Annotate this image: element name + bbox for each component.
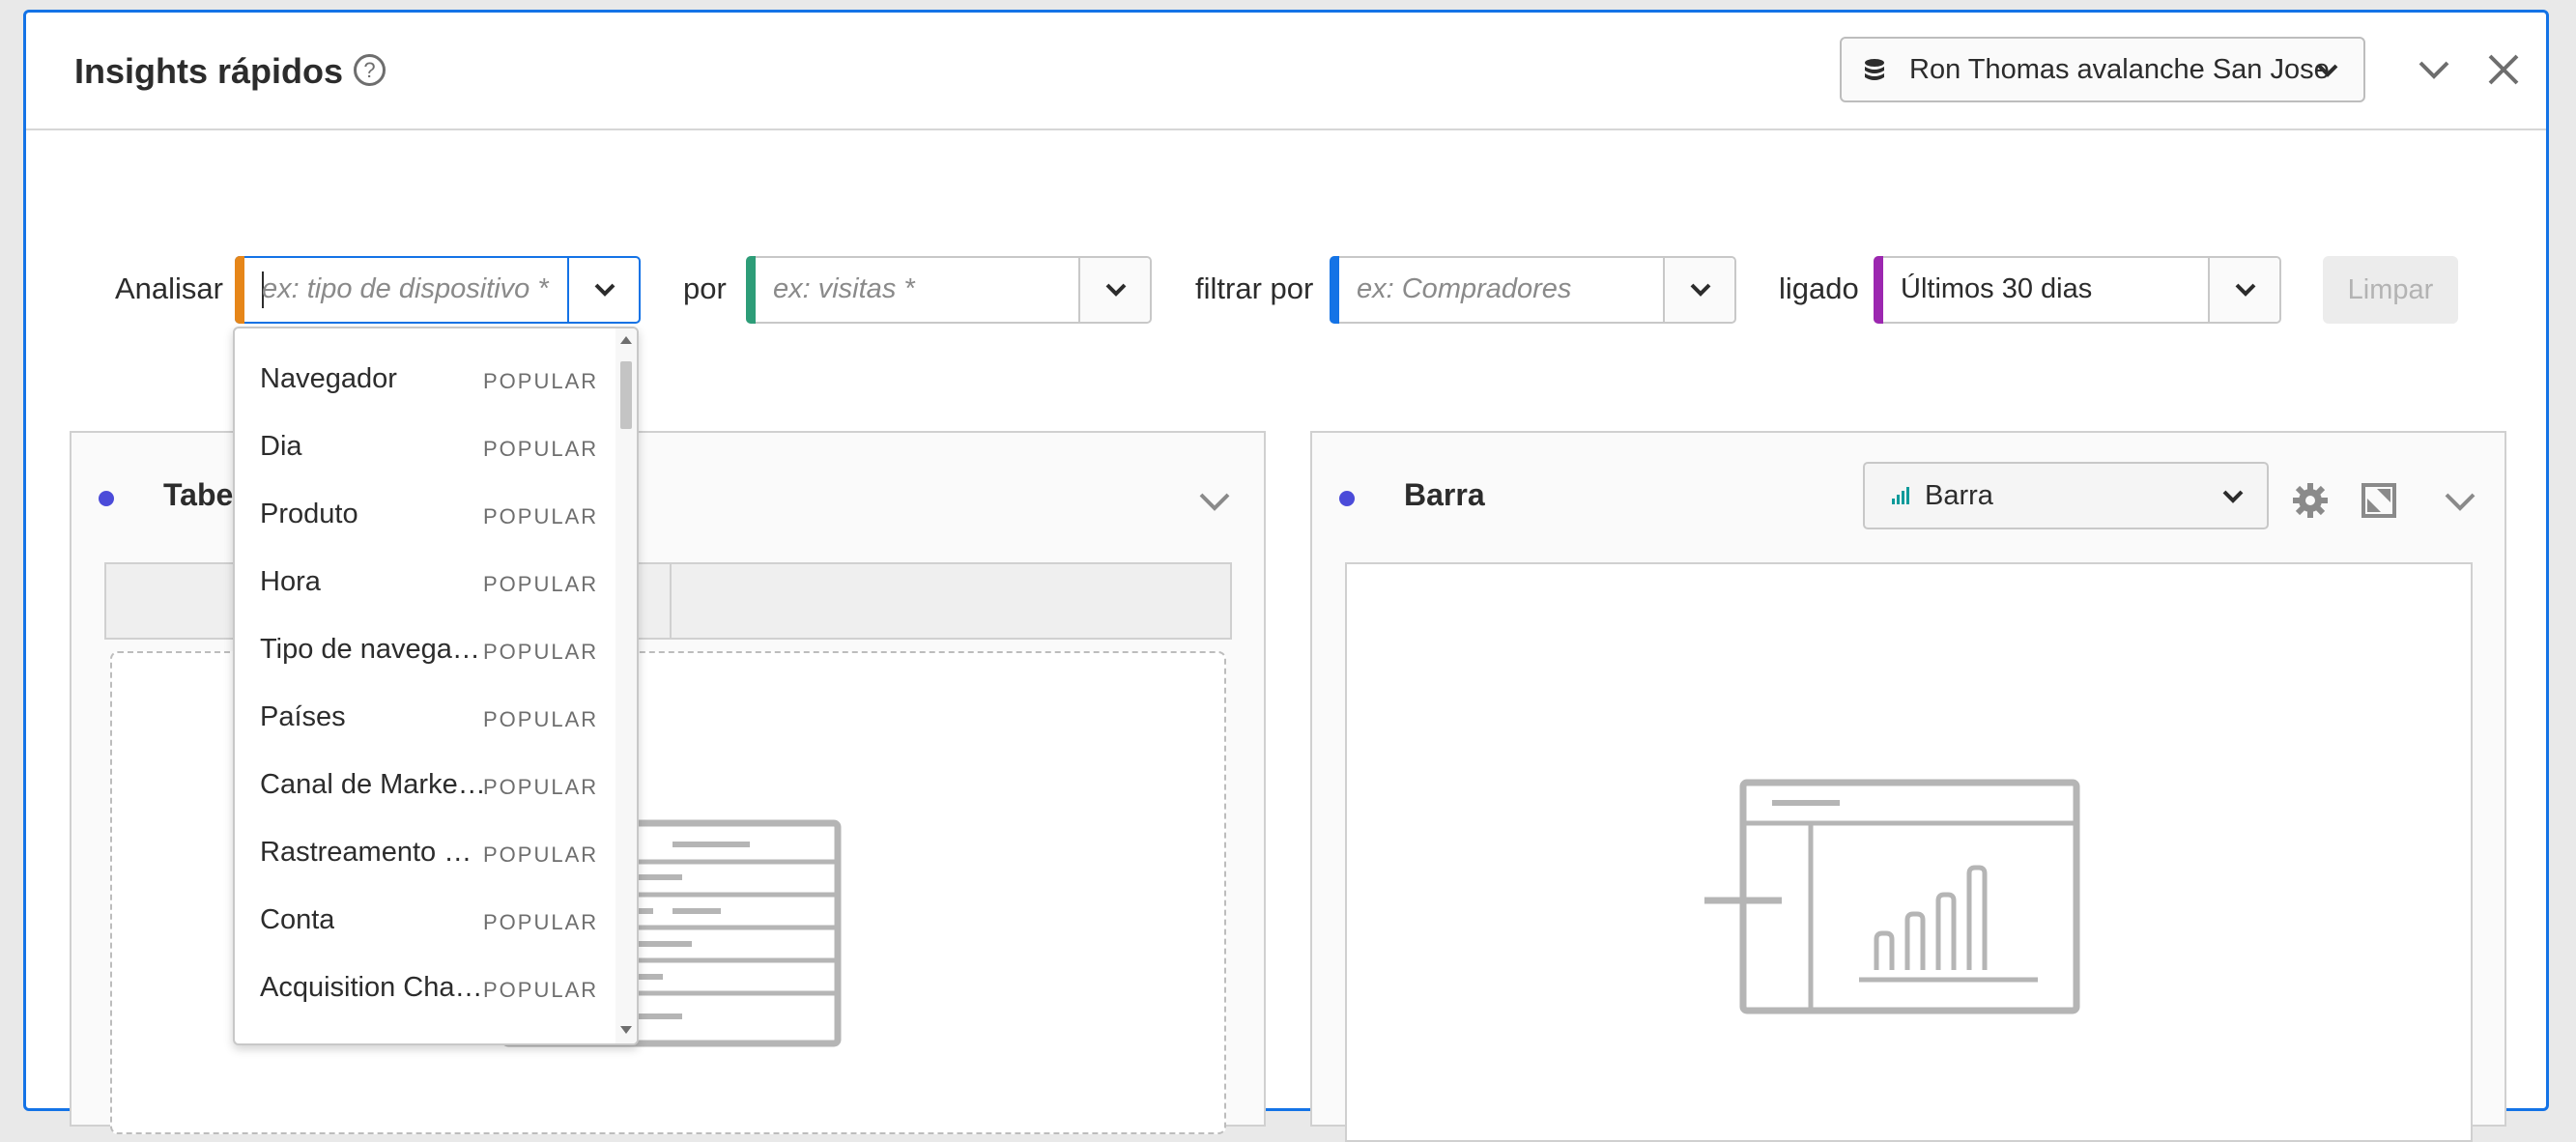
filter-dropdown-button[interactable] bbox=[1663, 258, 1734, 322]
bar-chart-icon bbox=[1892, 487, 1909, 504]
panel-title: Insights rápidos bbox=[74, 51, 344, 91]
collapse-panel-chevron-icon[interactable] bbox=[2413, 48, 2455, 91]
chevron-down-icon bbox=[594, 283, 615, 297]
chevron-down-icon[interactable] bbox=[1197, 489, 1232, 516]
date-stripe bbox=[1874, 256, 1883, 324]
metric-input[interactable]: ex: visitas * bbox=[773, 273, 915, 305]
popular-tag: POPULAR bbox=[483, 707, 599, 731]
popular-tag: POPULAR bbox=[483, 910, 599, 934]
list-item[interactable]: Acquisition Chan... POPULAR bbox=[235, 955, 616, 1022]
scroll-down-arrow-icon[interactable] bbox=[620, 1026, 632, 1034]
list-item-label: Dia bbox=[260, 431, 302, 462]
list-item-label: Países bbox=[260, 701, 346, 732]
clear-button[interactable]: Limpar bbox=[2323, 256, 2458, 324]
list-item-label: Canal de Marketi... bbox=[260, 769, 486, 800]
bar-chart-placeholder-icon bbox=[1704, 779, 2080, 1014]
list-item[interactable]: Países POPULAR bbox=[235, 684, 616, 752]
popular-tag: POPULAR bbox=[483, 978, 599, 1002]
dimension-input[interactable]: ex: tipo de dispositivo * bbox=[262, 273, 549, 305]
chevron-down-icon[interactable] bbox=[2443, 489, 2477, 516]
popular-tag: POPULAR bbox=[483, 572, 599, 596]
by-label: por bbox=[683, 271, 727, 305]
filter-combobox[interactable]: ex: Compradores bbox=[1330, 256, 1736, 324]
chevron-down-icon bbox=[2235, 283, 2256, 297]
popular-tag: POPULAR bbox=[483, 437, 599, 461]
query-builder: Analisar ex: tipo de dispositivo * por e… bbox=[26, 244, 2546, 324]
metric-stripe bbox=[746, 256, 756, 324]
date-range-combobox[interactable]: Últimos 30 dias bbox=[1874, 256, 2281, 324]
bar-card: Barra Barra bbox=[1310, 431, 2506, 1142]
dimension-dropdown-list: Navegador POPULAR Dia POPULAR Produto PO… bbox=[233, 327, 639, 1045]
list-item[interactable]: Canal de Marketi... POPULAR bbox=[235, 752, 616, 819]
on-label: ligado bbox=[1779, 271, 1859, 305]
list-item-label: Navegador bbox=[260, 363, 397, 394]
scrollbar-thumb[interactable] bbox=[620, 361, 632, 429]
date-range-value[interactable]: Últimos 30 dias bbox=[1901, 273, 2092, 305]
list-item-label: Produto bbox=[260, 499, 358, 529]
bar-card-title: Barra bbox=[1404, 477, 1485, 512]
expand-icon[interactable] bbox=[2358, 479, 2400, 522]
list-item[interactable]: Navegador POPULAR bbox=[235, 346, 616, 414]
dimension-dropdown-button[interactable] bbox=[567, 258, 639, 322]
bar-chart-area[interactable] bbox=[1345, 562, 2473, 1142]
card-indicator-dot bbox=[1339, 491, 1355, 506]
list-item-label: Conta bbox=[260, 904, 335, 935]
filter-stripe bbox=[1330, 256, 1339, 324]
visualization-type-value: Barra bbox=[1925, 480, 1993, 511]
dimension-combobox[interactable]: ex: tipo de dispositivo * bbox=[235, 256, 641, 324]
popular-tag: POPULAR bbox=[483, 775, 599, 799]
chevron-down-icon bbox=[2317, 64, 2338, 77]
chevron-down-icon bbox=[1105, 283, 1127, 297]
panel-header: Insights rápidos ? Ron Thomas avalanche … bbox=[26, 13, 2546, 130]
list-item-label: Acquisition Chan... bbox=[260, 972, 486, 1003]
list-item[interactable]: Dia POPULAR bbox=[235, 414, 616, 481]
metric-combobox[interactable]: ex: visitas * bbox=[746, 256, 1152, 324]
list-item[interactable]: Hora POPULAR bbox=[235, 549, 616, 616]
list-item-label: Rastreamento de... bbox=[260, 837, 486, 868]
list-item[interactable]: Produto POPULAR bbox=[235, 481, 616, 549]
list-item[interactable]: Conta POPULAR bbox=[235, 887, 616, 955]
popular-tag: POPULAR bbox=[483, 369, 599, 393]
filter-input[interactable]: ex: Compradores bbox=[1357, 273, 1571, 305]
gear-icon[interactable] bbox=[2289, 479, 2332, 522]
dropdown-scrollbar[interactable] bbox=[615, 328, 637, 1043]
database-icon bbox=[1865, 59, 1884, 80]
list-item[interactable]: Tipo de navegador POPULAR bbox=[235, 616, 616, 684]
metric-dropdown-button[interactable] bbox=[1078, 258, 1150, 322]
help-icon[interactable]: ? bbox=[354, 54, 386, 86]
list-item[interactable]: Rastreamento de... POPULAR bbox=[235, 819, 616, 887]
list-item-label: Hora bbox=[260, 566, 321, 597]
popular-tag: POPULAR bbox=[483, 504, 599, 528]
visualization-type-select[interactable]: Barra bbox=[1863, 462, 2269, 529]
card-indicator-dot bbox=[99, 491, 114, 506]
popular-tag: POPULAR bbox=[483, 640, 599, 664]
list-item-label: Tipo de navegador bbox=[260, 634, 486, 665]
popular-tag: POPULAR bbox=[483, 842, 599, 867]
scroll-up-arrow-icon[interactable] bbox=[620, 336, 632, 344]
close-icon[interactable] bbox=[2482, 48, 2525, 91]
analyze-label: Analisar bbox=[115, 271, 223, 305]
date-dropdown-button[interactable] bbox=[2208, 258, 2279, 322]
chevron-down-icon bbox=[2222, 490, 2244, 503]
table-column-divider bbox=[670, 564, 672, 638]
table-card-title: Tabe bbox=[163, 477, 234, 512]
dimension-stripe bbox=[235, 256, 244, 324]
filter-label: filtrar por bbox=[1195, 271, 1314, 305]
chevron-down-icon bbox=[1690, 283, 1711, 297]
report-suite-select[interactable]: Ron Thomas avalanche San Jose bbox=[1840, 37, 2365, 102]
report-suite-name: Ron Thomas avalanche San Jose bbox=[1909, 54, 2330, 85]
